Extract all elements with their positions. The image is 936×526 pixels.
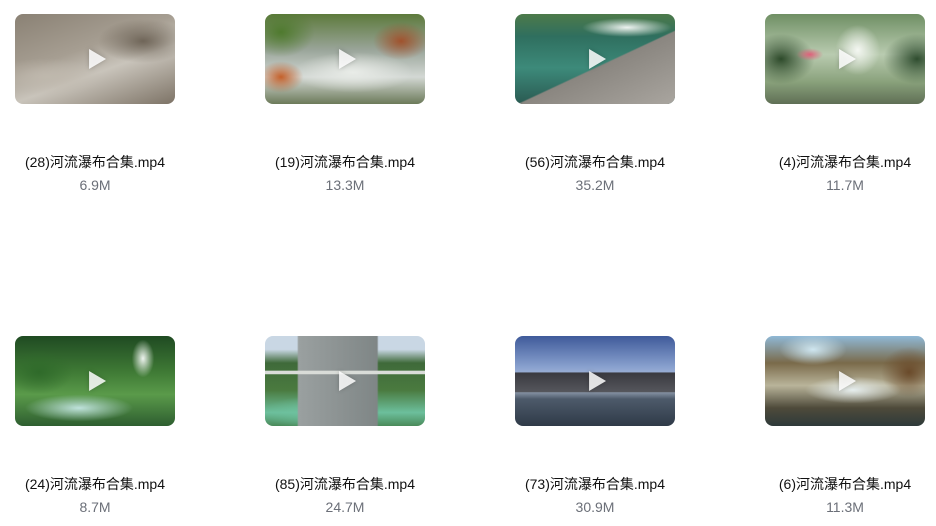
play-icon (89, 49, 107, 69)
video-thumbnail[interactable] (515, 336, 675, 426)
play-icon (589, 49, 607, 69)
play-icon (339, 49, 357, 69)
video-tile[interactable]: (85)河流瀑布合集.mp4 24.7M (185, 336, 435, 526)
file-name: (4)河流瀑布合集.mp4 (778, 154, 912, 170)
play-icon (839, 49, 857, 69)
play-icon (839, 371, 857, 391)
video-thumbnail[interactable] (515, 14, 675, 104)
video-thumbnail[interactable] (765, 336, 925, 426)
video-tile[interactable]: (4)河流瀑布合集.mp4 11.7M (685, 14, 935, 214)
video-thumbnail[interactable] (765, 14, 925, 104)
video-thumbnail[interactable] (15, 14, 175, 104)
video-thumbnail[interactable] (265, 14, 425, 104)
video-tile[interactable]: (6)河流瀑布合集.mp4 11.3M (685, 336, 935, 526)
video-thumbnail[interactable] (265, 336, 425, 426)
file-name: (6)河流瀑布合集.mp4 (778, 476, 912, 492)
video-tile[interactable]: (56)河流瀑布合集.mp4 35.2M (435, 14, 685, 214)
play-icon (339, 371, 357, 391)
file-size: 11.3M (826, 499, 864, 515)
video-tile[interactable]: (24)河流瀑布合集.mp4 8.7M (0, 336, 185, 526)
video-file-grid: (28)河流瀑布合集.mp4 6.9M (19)河流瀑布合集.mp4 13.3M… (0, 0, 936, 526)
video-tile[interactable]: (28)河流瀑布合集.mp4 6.9M (0, 14, 185, 214)
video-tile[interactable]: (19)河流瀑布合集.mp4 13.3M (185, 14, 435, 214)
video-tile[interactable]: (73)河流瀑布合集.mp4 30.9M (435, 336, 685, 526)
file-size: 11.7M (826, 177, 864, 193)
play-icon (589, 371, 607, 391)
play-icon (89, 371, 107, 391)
video-thumbnail[interactable] (15, 336, 175, 426)
